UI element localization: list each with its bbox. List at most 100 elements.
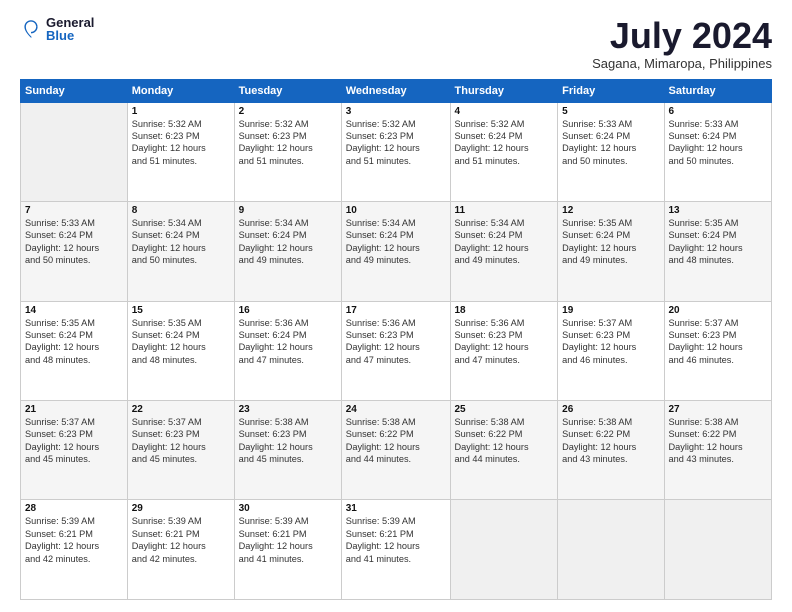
cell-content: Sunrise: 5:38 AM Sunset: 6:22 PM Dayligh… — [562, 416, 659, 466]
day-number: 14 — [25, 305, 123, 316]
calendar-cell: 19Sunrise: 5:37 AM Sunset: 6:23 PM Dayli… — [558, 301, 664, 400]
day-number: 7 — [25, 205, 123, 216]
calendar-cell: 7Sunrise: 5:33 AM Sunset: 6:24 PM Daylig… — [21, 202, 128, 301]
day-number: 26 — [562, 404, 659, 415]
cell-content: Sunrise: 5:36 AM Sunset: 6:24 PM Dayligh… — [239, 317, 337, 367]
week-row-2: 14Sunrise: 5:35 AM Sunset: 6:24 PM Dayli… — [21, 301, 772, 400]
day-number: 10 — [346, 205, 446, 216]
calendar-cell: 6Sunrise: 5:33 AM Sunset: 6:24 PM Daylig… — [664, 102, 772, 201]
week-row-0: 1Sunrise: 5:32 AM Sunset: 6:23 PM Daylig… — [21, 102, 772, 201]
calendar-cell: 13Sunrise: 5:35 AM Sunset: 6:24 PM Dayli… — [664, 202, 772, 301]
cell-content: Sunrise: 5:34 AM Sunset: 6:24 PM Dayligh… — [239, 217, 337, 267]
calendar-cell: 21Sunrise: 5:37 AM Sunset: 6:23 PM Dayli… — [21, 401, 128, 500]
day-number: 11 — [455, 205, 554, 216]
cell-content: Sunrise: 5:34 AM Sunset: 6:24 PM Dayligh… — [132, 217, 230, 267]
cell-content: Sunrise: 5:37 AM Sunset: 6:23 PM Dayligh… — [25, 416, 123, 466]
day-number: 29 — [132, 503, 230, 514]
cell-content: Sunrise: 5:35 AM Sunset: 6:24 PM Dayligh… — [25, 317, 123, 367]
logo-icon — [20, 18, 42, 40]
page: General Blue July 2024 Sagana, Mimaropa,… — [0, 0, 792, 612]
calendar-cell: 15Sunrise: 5:35 AM Sunset: 6:24 PM Dayli… — [127, 301, 234, 400]
day-number: 2 — [239, 106, 337, 117]
day-header-monday: Monday — [127, 79, 234, 102]
logo-blue-text: Blue — [46, 29, 94, 42]
day-number: 25 — [455, 404, 554, 415]
calendar-cell — [664, 500, 772, 600]
cell-content: Sunrise: 5:35 AM Sunset: 6:24 PM Dayligh… — [132, 317, 230, 367]
cell-content: Sunrise: 5:33 AM Sunset: 6:24 PM Dayligh… — [669, 118, 768, 168]
calendar-cell: 20Sunrise: 5:37 AM Sunset: 6:23 PM Dayli… — [664, 301, 772, 400]
calendar-cell: 31Sunrise: 5:39 AM Sunset: 6:21 PM Dayli… — [341, 500, 450, 600]
week-row-1: 7Sunrise: 5:33 AM Sunset: 6:24 PM Daylig… — [21, 202, 772, 301]
week-row-3: 21Sunrise: 5:37 AM Sunset: 6:23 PM Dayli… — [21, 401, 772, 500]
day-header-sunday: Sunday — [21, 79, 128, 102]
calendar-cell: 12Sunrise: 5:35 AM Sunset: 6:24 PM Dayli… — [558, 202, 664, 301]
cell-content: Sunrise: 5:37 AM Sunset: 6:23 PM Dayligh… — [562, 317, 659, 367]
main-title: July 2024 — [592, 16, 772, 56]
calendar-cell: 17Sunrise: 5:36 AM Sunset: 6:23 PM Dayli… — [341, 301, 450, 400]
calendar-cell: 24Sunrise: 5:38 AM Sunset: 6:22 PM Dayli… — [341, 401, 450, 500]
day-number: 18 — [455, 305, 554, 316]
cell-content: Sunrise: 5:33 AM Sunset: 6:24 PM Dayligh… — [25, 217, 123, 267]
calendar-cell: 30Sunrise: 5:39 AM Sunset: 6:21 PM Dayli… — [234, 500, 341, 600]
cell-content: Sunrise: 5:32 AM Sunset: 6:23 PM Dayligh… — [239, 118, 337, 168]
cell-content: Sunrise: 5:33 AM Sunset: 6:24 PM Dayligh… — [562, 118, 659, 168]
week-row-4: 28Sunrise: 5:39 AM Sunset: 6:21 PM Dayli… — [21, 500, 772, 600]
calendar-cell: 9Sunrise: 5:34 AM Sunset: 6:24 PM Daylig… — [234, 202, 341, 301]
cell-content: Sunrise: 5:36 AM Sunset: 6:23 PM Dayligh… — [346, 317, 446, 367]
day-number: 24 — [346, 404, 446, 415]
calendar-cell: 26Sunrise: 5:38 AM Sunset: 6:22 PM Dayli… — [558, 401, 664, 500]
cell-content: Sunrise: 5:38 AM Sunset: 6:22 PM Dayligh… — [669, 416, 768, 466]
calendar-cell: 16Sunrise: 5:36 AM Sunset: 6:24 PM Dayli… — [234, 301, 341, 400]
day-number: 28 — [25, 503, 123, 514]
day-number: 12 — [562, 205, 659, 216]
calendar-cell — [450, 500, 558, 600]
calendar-cell: 22Sunrise: 5:37 AM Sunset: 6:23 PM Dayli… — [127, 401, 234, 500]
calendar-cell: 3Sunrise: 5:32 AM Sunset: 6:23 PM Daylig… — [341, 102, 450, 201]
day-number: 16 — [239, 305, 337, 316]
cell-content: Sunrise: 5:37 AM Sunset: 6:23 PM Dayligh… — [132, 416, 230, 466]
day-number: 8 — [132, 205, 230, 216]
day-number: 9 — [239, 205, 337, 216]
day-number: 13 — [669, 205, 768, 216]
day-number: 31 — [346, 503, 446, 514]
header-row: SundayMondayTuesdayWednesdayThursdayFrid… — [21, 79, 772, 102]
calendar-cell: 25Sunrise: 5:38 AM Sunset: 6:22 PM Dayli… — [450, 401, 558, 500]
day-header-wednesday: Wednesday — [341, 79, 450, 102]
calendar-cell: 18Sunrise: 5:36 AM Sunset: 6:23 PM Dayli… — [450, 301, 558, 400]
title-block: July 2024 Sagana, Mimaropa, Philippines — [592, 16, 772, 71]
calendar-cell: 11Sunrise: 5:34 AM Sunset: 6:24 PM Dayli… — [450, 202, 558, 301]
cell-content: Sunrise: 5:32 AM Sunset: 6:23 PM Dayligh… — [132, 118, 230, 168]
day-number: 6 — [669, 106, 768, 117]
day-number: 19 — [562, 305, 659, 316]
calendar-cell — [558, 500, 664, 600]
logo: General Blue — [20, 16, 94, 42]
calendar-cell: 2Sunrise: 5:32 AM Sunset: 6:23 PM Daylig… — [234, 102, 341, 201]
calendar-cell: 4Sunrise: 5:32 AM Sunset: 6:24 PM Daylig… — [450, 102, 558, 201]
day-number: 17 — [346, 305, 446, 316]
subtitle: Sagana, Mimaropa, Philippines — [592, 56, 772, 71]
calendar-cell: 23Sunrise: 5:38 AM Sunset: 6:23 PM Dayli… — [234, 401, 341, 500]
calendar-table: SundayMondayTuesdayWednesdayThursdayFrid… — [20, 79, 772, 600]
day-number: 20 — [669, 305, 768, 316]
calendar-cell: 8Sunrise: 5:34 AM Sunset: 6:24 PM Daylig… — [127, 202, 234, 301]
day-header-saturday: Saturday — [664, 79, 772, 102]
calendar-cell: 14Sunrise: 5:35 AM Sunset: 6:24 PM Dayli… — [21, 301, 128, 400]
cell-content: Sunrise: 5:39 AM Sunset: 6:21 PM Dayligh… — [25, 515, 123, 565]
day-number: 30 — [239, 503, 337, 514]
day-number: 15 — [132, 305, 230, 316]
calendar-cell: 28Sunrise: 5:39 AM Sunset: 6:21 PM Dayli… — [21, 500, 128, 600]
day-number: 5 — [562, 106, 659, 117]
calendar-cell: 27Sunrise: 5:38 AM Sunset: 6:22 PM Dayli… — [664, 401, 772, 500]
calendar-cell: 1Sunrise: 5:32 AM Sunset: 6:23 PM Daylig… — [127, 102, 234, 201]
day-header-tuesday: Tuesday — [234, 79, 341, 102]
cell-content: Sunrise: 5:35 AM Sunset: 6:24 PM Dayligh… — [562, 217, 659, 267]
day-header-thursday: Thursday — [450, 79, 558, 102]
cell-content: Sunrise: 5:39 AM Sunset: 6:21 PM Dayligh… — [239, 515, 337, 565]
cell-content: Sunrise: 5:38 AM Sunset: 6:23 PM Dayligh… — [239, 416, 337, 466]
cell-content: Sunrise: 5:34 AM Sunset: 6:24 PM Dayligh… — [346, 217, 446, 267]
cell-content: Sunrise: 5:34 AM Sunset: 6:24 PM Dayligh… — [455, 217, 554, 267]
day-number: 22 — [132, 404, 230, 415]
day-number: 4 — [455, 106, 554, 117]
cell-content: Sunrise: 5:38 AM Sunset: 6:22 PM Dayligh… — [455, 416, 554, 466]
